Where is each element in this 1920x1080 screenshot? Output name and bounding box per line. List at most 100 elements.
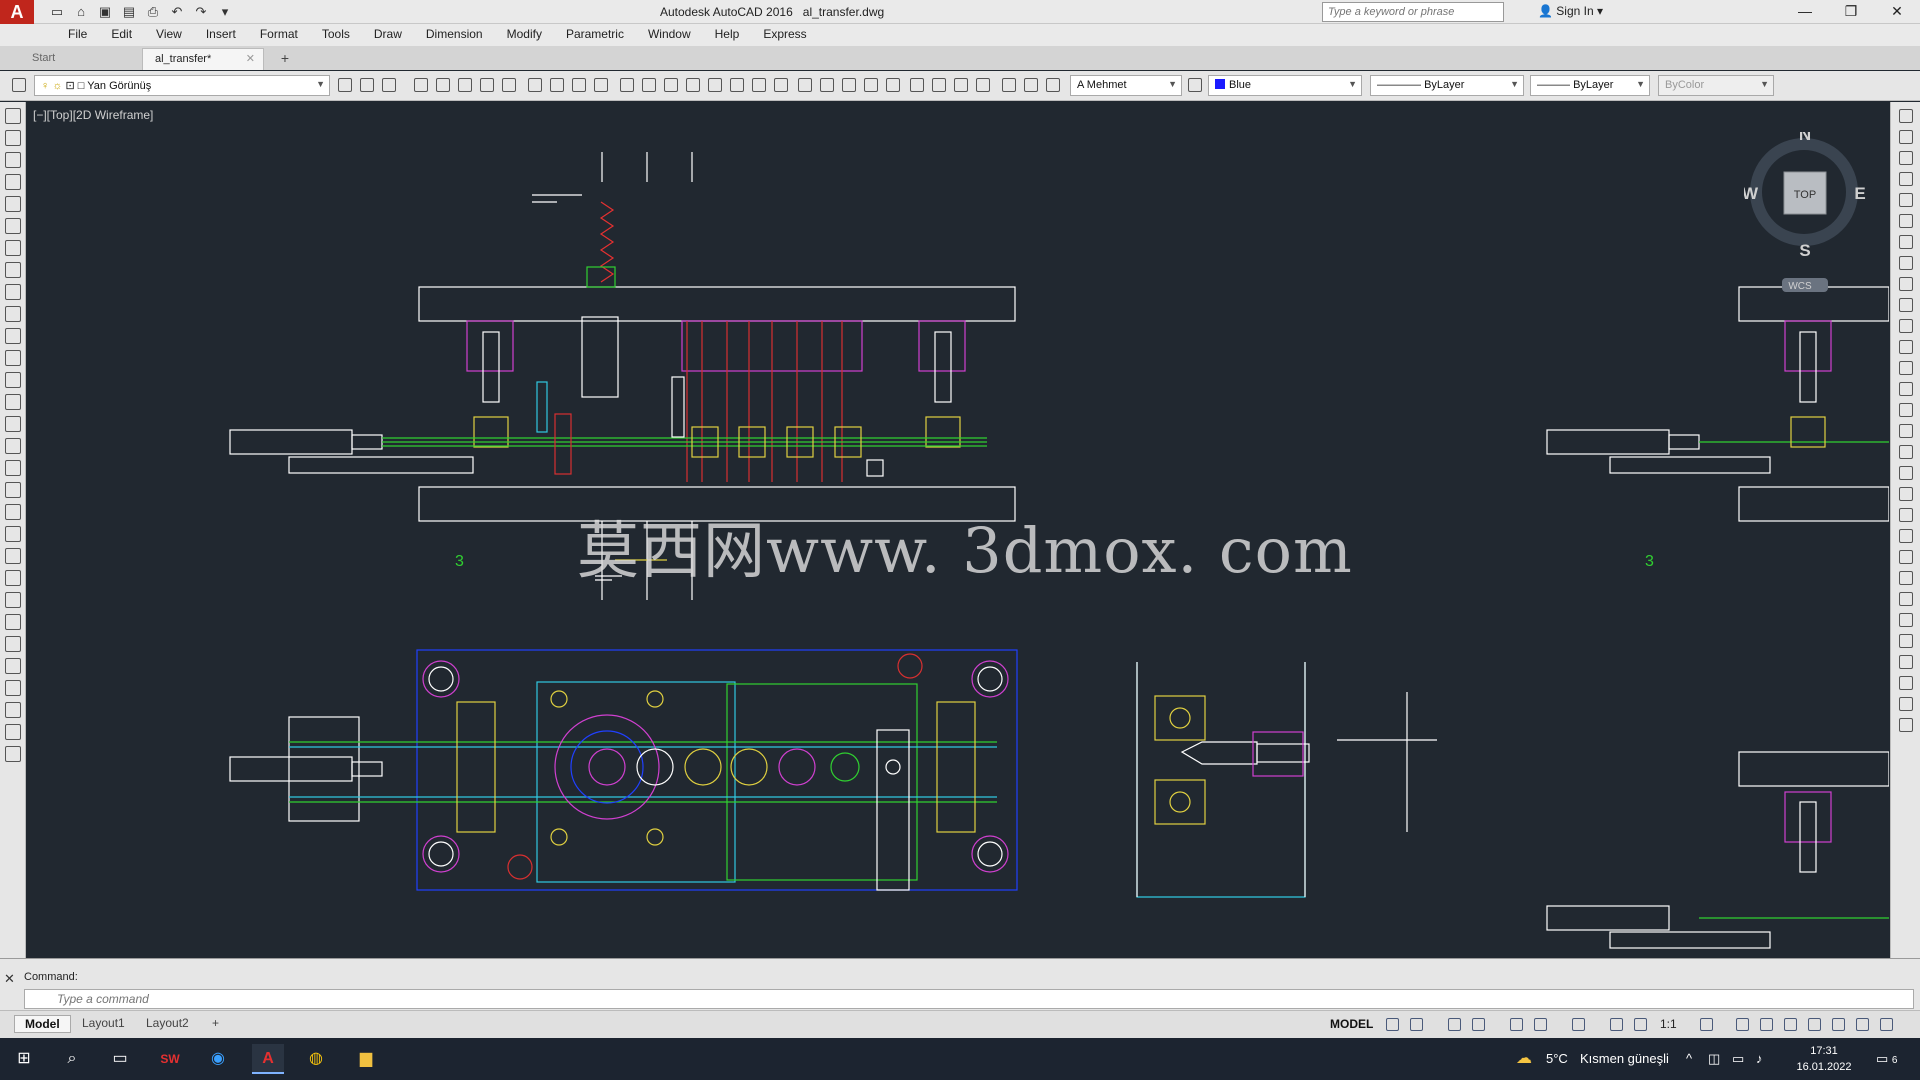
auto-scale-icon[interactable] xyxy=(1634,1018,1647,1031)
ortho-icon[interactable] xyxy=(1448,1018,1461,1031)
isodraft-icon[interactable] xyxy=(1510,1018,1523,1031)
zoom-window-icon[interactable] xyxy=(1898,193,1913,207)
snap-node-icon[interactable] xyxy=(1898,634,1913,648)
sign-in-button[interactable]: 👤 Sign In ▾ xyxy=(1538,4,1603,18)
rotate-icon[interactable] xyxy=(4,680,21,696)
redo-icon[interactable]: ↷ xyxy=(192,3,210,21)
add-layout-button[interactable]: + xyxy=(202,1015,229,1033)
dim-jogged-icon[interactable] xyxy=(730,78,744,92)
dim-linear-icon[interactable] xyxy=(620,78,634,92)
battery-icon[interactable]: ▭ xyxy=(1732,1051,1744,1067)
extend-icon[interactable] xyxy=(1898,277,1913,291)
multiline-text-icon[interactable] xyxy=(4,504,21,520)
solidworks-icon[interactable]: SW xyxy=(154,1044,186,1074)
snap-tangent-icon[interactable] xyxy=(1898,550,1913,564)
layer-isolate-icon[interactable] xyxy=(414,78,428,92)
snap-insert-icon[interactable] xyxy=(1898,613,1913,627)
annotation-visibility-icon[interactable] xyxy=(1610,1018,1623,1031)
dim-baseline-icon[interactable] xyxy=(820,78,834,92)
snap-intersection-icon[interactable] xyxy=(1898,445,1913,459)
gradient-icon[interactable] xyxy=(4,438,21,454)
save-as-icon[interactable]: ▤ xyxy=(120,3,138,21)
menu-modify[interactable]: Modify xyxy=(495,24,554,46)
menu-view[interactable]: View xyxy=(144,24,194,46)
tray-chevron-icon[interactable]: ^ xyxy=(1686,1051,1692,1066)
task-view-icon[interactable]: ▭ xyxy=(104,1044,136,1074)
menu-tools[interactable]: Tools xyxy=(310,24,362,46)
restore-button[interactable]: ❐ xyxy=(1828,0,1874,24)
snap-endpoint-icon[interactable] xyxy=(1898,403,1913,417)
dim-continue-icon[interactable] xyxy=(842,78,856,92)
customize-dropdown-icon[interactable]: ▾ xyxy=(216,3,234,21)
layer-freeze-icon[interactable] xyxy=(480,78,494,92)
chrome-icon[interactable]: ◍ xyxy=(300,1044,332,1074)
revision-cloud-icon[interactable] xyxy=(4,262,21,278)
dim-edit-icon[interactable] xyxy=(1002,78,1016,92)
dim-diameter-icon[interactable] xyxy=(752,78,766,92)
layer-merge-icon[interactable] xyxy=(550,78,564,92)
network-icon[interactable]: ◫ xyxy=(1708,1051,1720,1067)
inspection-icon[interactable] xyxy=(954,78,968,92)
dim-ordinate-icon[interactable] xyxy=(686,78,700,92)
snap-mode-icon[interactable] xyxy=(1410,1018,1423,1031)
break-icon[interactable] xyxy=(1898,298,1913,312)
menu-format[interactable]: Format xyxy=(248,24,310,46)
compass-north[interactable]: N xyxy=(1799,125,1811,144)
model-space-toggle[interactable]: MODEL xyxy=(1330,1017,1373,1031)
zoom-icon[interactable] xyxy=(1898,130,1913,144)
snap-nearest-icon[interactable] xyxy=(1898,655,1913,669)
pan-icon[interactable] xyxy=(1898,109,1913,123)
layer-properties-icon[interactable] xyxy=(12,78,26,92)
polar-tracking-icon[interactable] xyxy=(1472,1018,1485,1031)
object-snap-tracking-icon[interactable] xyxy=(1534,1018,1547,1031)
ellipse-icon[interactable] xyxy=(4,306,21,322)
polygon-icon[interactable] xyxy=(4,174,21,190)
tab-al-transfer[interactable]: al_transfer* ✕ xyxy=(142,48,264,70)
search-icon[interactable]: ⌕ xyxy=(56,1044,88,1074)
orbit-icon[interactable] xyxy=(1898,151,1913,165)
polyline-icon[interactable] xyxy=(4,152,21,168)
units-icon[interactable] xyxy=(1760,1018,1773,1031)
chamfer-icon[interactable] xyxy=(1898,340,1913,354)
array-icon[interactable] xyxy=(4,636,21,652)
menu-help[interactable]: Help xyxy=(703,24,752,46)
scale-icon[interactable] xyxy=(4,702,21,718)
snap-none-icon[interactable] xyxy=(1898,676,1913,690)
clean-screen-icon[interactable] xyxy=(1856,1018,1869,1031)
ellipse-arc-icon[interactable] xyxy=(4,328,21,344)
offset-icon[interactable] xyxy=(4,614,21,630)
add-selected-icon[interactable] xyxy=(4,526,21,542)
erase-icon[interactable] xyxy=(4,548,21,564)
snap-center-icon[interactable] xyxy=(1898,508,1913,522)
close-command-line-icon[interactable]: ✕ xyxy=(4,971,15,987)
table-icon[interactable] xyxy=(4,482,21,498)
dim-radius-icon[interactable] xyxy=(708,78,722,92)
grid-icon[interactable] xyxy=(1386,1018,1399,1031)
arc-icon[interactable] xyxy=(4,218,21,234)
circle-icon[interactable] xyxy=(4,240,21,256)
text-style-dropdown[interactable]: A Mehmet ▼ xyxy=(1070,75,1182,96)
dim-update-icon[interactable] xyxy=(1046,78,1060,92)
hatch-icon[interactable] xyxy=(4,416,21,432)
trim-icon[interactable] xyxy=(4,746,21,762)
minimize-button[interactable]: — xyxy=(1782,0,1828,24)
snap-extension-icon[interactable] xyxy=(1898,487,1913,501)
quick-dim-icon[interactable] xyxy=(798,78,812,92)
close-tab-icon[interactable]: ✕ xyxy=(246,52,255,65)
drawing-canvas[interactable]: [−][Top][2D Wireframe] 3 3 莫西网www. 3dmox… xyxy=(27,102,1889,958)
menu-insert[interactable]: Insert xyxy=(194,24,248,46)
plotstyle-dropdown[interactable]: ByColor ▼ xyxy=(1658,75,1774,96)
make-current-icon[interactable] xyxy=(338,78,352,92)
menu-window[interactable]: Window xyxy=(636,24,703,46)
color-dropdown[interactable]: Blue ▼ xyxy=(1208,75,1362,96)
spline-icon[interactable] xyxy=(4,284,21,300)
object-snap-icon[interactable] xyxy=(1572,1018,1585,1031)
isolate-objects-icon[interactable] xyxy=(1832,1018,1845,1031)
tab-layout1[interactable]: Layout1 xyxy=(72,1015,135,1033)
compass-south[interactable]: S xyxy=(1799,241,1810,260)
save-icon[interactable]: ▣ xyxy=(96,3,114,21)
layer-lock-icon[interactable] xyxy=(502,78,516,92)
volume-icon[interactable]: ♪ xyxy=(1756,1051,1763,1066)
line-icon[interactable] xyxy=(4,108,21,124)
osnap-settings-icon[interactable] xyxy=(1898,697,1913,711)
